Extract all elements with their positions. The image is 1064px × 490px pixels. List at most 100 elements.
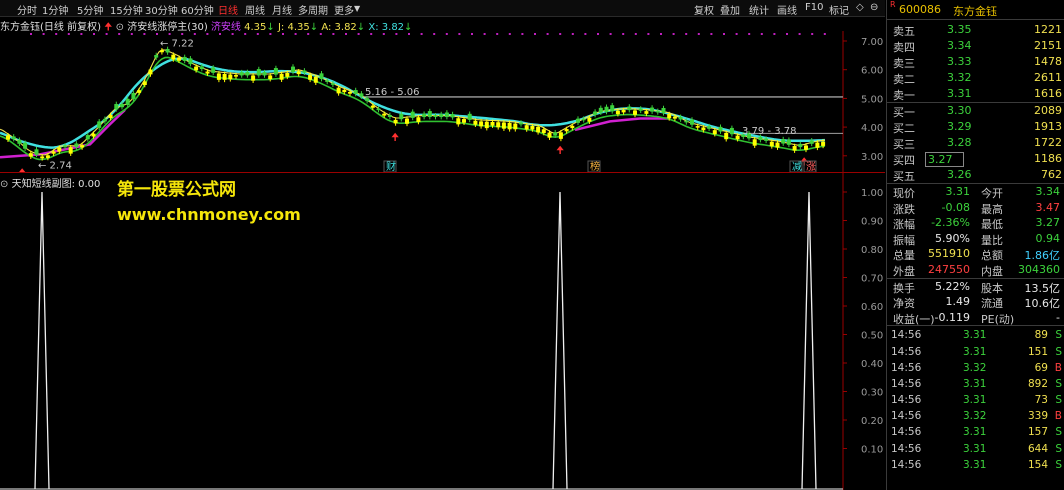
- period-tab-30min[interactable]: 30分钟: [145, 2, 178, 17]
- period-tab-daily[interactable]: 日线: [218, 2, 238, 17]
- tick-time: 14:56: [891, 329, 922, 342]
- candle-body: [91, 133, 96, 137]
- candle-body: [251, 75, 256, 81]
- arrow-down-icon: ↓: [266, 22, 275, 33]
- stat-value: 3.47: [1035, 200, 1061, 214]
- indicator-short: 济安线: [210, 22, 241, 33]
- settings-circle-icon[interactable]: ⊙: [0, 179, 8, 190]
- ask-level-row[interactable]: 卖三 3.33 1478: [887, 54, 1064, 70]
- more-dropdown-icon[interactable]: ▼: [354, 4, 360, 13]
- signal-dot: [231, 33, 234, 35]
- period-tab-monthly[interactable]: 月线: [272, 2, 292, 17]
- candle-body: [330, 83, 335, 85]
- candle-body: [450, 114, 455, 118]
- candle-body: [40, 156, 45, 159]
- candle-body: [781, 139, 786, 144]
- stat-row: 外盘 247550 内盘 304360: [887, 262, 1064, 278]
- sub-indicator-name[interactable]: 天知短线副图: [12, 179, 72, 190]
- stats-button[interactable]: 统计: [749, 2, 769, 17]
- bid-level-row[interactable]: 买五 3.26 762: [887, 167, 1064, 183]
- kline-chart[interactable]: 东方金钰(日线 前复权) 🠉 ⊙ 济安线涨停主(30) 济安线 4.35↓ J:…: [0, 17, 885, 179]
- bid-level-row[interactable]: 买四 3.27 1186: [887, 151, 1064, 167]
- signal-dot: [219, 33, 221, 35]
- watermark-title: 第一股票公式网: [117, 180, 236, 200]
- ask-level-row[interactable]: 卖四 3.34 2151: [887, 38, 1064, 54]
- signal-dot: [206, 33, 209, 35]
- ask-level-row[interactable]: 卖五 3.35 1221: [887, 22, 1064, 38]
- tick-price: 3.32: [963, 361, 987, 374]
- candle-body: [159, 50, 164, 53]
- period-tab-1min[interactable]: 1分钟: [42, 2, 68, 17]
- stat-value: 304360: [1018, 262, 1060, 276]
- signal-dot: [244, 33, 247, 35]
- tick-row: 14:56 3.31 154 S: [887, 458, 1064, 474]
- candle-body: [348, 91, 352, 94]
- candle-body: [80, 145, 85, 148]
- stat-label: 总额: [981, 249, 1003, 263]
- candle-body: [724, 132, 729, 140]
- diamond-icon[interactable]: ◇: [856, 2, 864, 13]
- kline-svg: 7.00 6.00 5.00 4.00 3.00 ← 7.22 ← 2.74 5.16 - 5…: [0, 31, 885, 179]
- tick-time: 14:56: [891, 345, 922, 358]
- tick-row: 14:56 3.31 151 S: [887, 345, 1064, 361]
- stat-label: 振幅: [893, 233, 915, 247]
- candle-body: [524, 125, 529, 130]
- level-label: 卖三: [893, 57, 915, 70]
- candle-body: [701, 127, 706, 131]
- period-tab-fenshi[interactable]: 分时: [17, 2, 37, 17]
- candle-body: [102, 118, 107, 122]
- ask-level-row[interactable]: 卖二 3.32 2611: [887, 70, 1064, 86]
- bid-level-row[interactable]: 买一 3.30 2089: [887, 103, 1064, 119]
- draw-button[interactable]: 画线: [777, 2, 797, 17]
- sub-indicator-chart[interactable]: ⊙ 天知短线副图: 0.00 第一股票公式网 www.chnmoney.com …: [0, 173, 885, 490]
- candle-body: [593, 111, 598, 116]
- tick-time: 14:56: [891, 361, 922, 374]
- period-tab-weekly[interactable]: 周线: [245, 2, 265, 17]
- candle-body: [507, 122, 512, 130]
- bid-level-row[interactable]: 买二 3.29 1913: [887, 119, 1064, 135]
- y-tick-label: 3.00: [861, 152, 883, 163]
- ask-level-row[interactable]: 卖一 3.31 1616: [887, 86, 1064, 102]
- tick-price: 3.31: [963, 394, 987, 407]
- level-label: 买三: [893, 138, 915, 151]
- stats-block: 现价 3.31 今开 3.34 涨跌 -0.08 最高 3.47 涨幅 -2.36% 最低 3.27 振…: [887, 183, 1064, 278]
- signal-dot: [458, 33, 461, 35]
- period-tab-15min[interactable]: 15分钟: [110, 2, 143, 17]
- candle-body: [775, 142, 780, 148]
- candle-body: [581, 118, 586, 121]
- indicator-name[interactable]: 济安线涨停主(30): [127, 22, 208, 33]
- settings-circle-icon[interactable]: ⊙: [116, 22, 124, 33]
- f10-button[interactable]: F10: [805, 2, 823, 13]
- tick-row: 14:56 3.32 339 B: [887, 409, 1064, 425]
- period-tab-multi[interactable]: 多周期: [298, 2, 328, 17]
- bid-level-row[interactable]: 买三 3.28 1722: [887, 135, 1064, 151]
- overlay-button[interactable]: 叠加: [720, 2, 740, 17]
- signal-dot: [118, 33, 121, 35]
- candle-body: [165, 48, 170, 53]
- level-volume: 1221: [1034, 23, 1062, 36]
- mark-button[interactable]: 标记: [829, 2, 849, 17]
- signal-dot: [546, 33, 549, 35]
- signal-dot: [67, 33, 70, 35]
- stat-label: 总量: [893, 249, 915, 263]
- ma-line-cyan: [0, 57, 826, 149]
- signal-dot: [811, 33, 814, 35]
- y-tick-label: 7.00: [861, 37, 883, 48]
- candle-body: [74, 143, 79, 148]
- level-label: 买一: [893, 106, 915, 119]
- candle-body: [97, 121, 102, 128]
- candle-body: [228, 74, 233, 80]
- signal-dot: [420, 33, 423, 35]
- signal-dot: [496, 33, 499, 35]
- candle-body: [45, 155, 50, 158]
- period-tab-more[interactable]: 更多: [334, 2, 354, 17]
- candle-body: [496, 122, 501, 128]
- period-tab-5min[interactable]: 5分钟: [77, 2, 103, 17]
- tick-time: 14:56: [891, 442, 922, 455]
- indicator-value-main: 4.35: [244, 22, 267, 33]
- y-tick-label: 4.00: [861, 123, 883, 134]
- minimize-icon[interactable]: ⊖: [870, 2, 878, 13]
- price-annotation: 3.79 - 3.78: [742, 126, 797, 137]
- fuquan-button[interactable]: 复权: [694, 2, 714, 17]
- period-tab-60min[interactable]: 60分钟: [181, 2, 214, 17]
